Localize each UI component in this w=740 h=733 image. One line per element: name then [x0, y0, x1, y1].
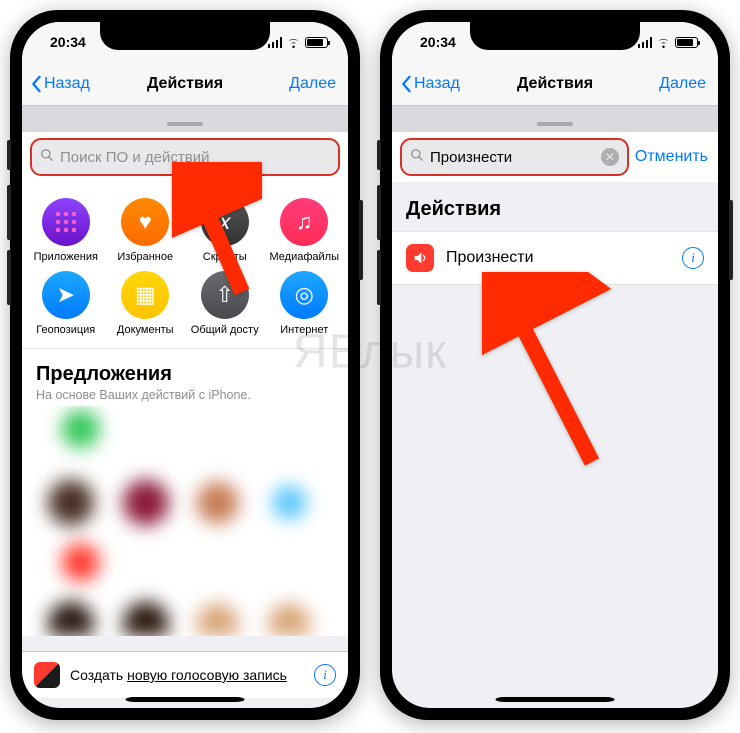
back-button[interactable]: Назад: [400, 75, 460, 93]
sheet-grabber-area: [392, 106, 718, 132]
search-icon: [410, 148, 424, 166]
category-label: Общий досту: [191, 324, 259, 336]
next-button[interactable]: Далее: [289, 75, 336, 93]
geo-icon: ➤: [42, 271, 90, 319]
search-value: Произнести: [430, 149, 595, 166]
search-icon: [40, 148, 54, 166]
battery-icon: [305, 37, 328, 48]
result-label: Произнести: [446, 249, 534, 267]
search-area: Поиск ПО и действий: [22, 132, 348, 182]
sheet-grabber-area: [22, 106, 348, 132]
bottom-suggestion[interactable]: Создать новую голосовую запись i: [22, 651, 348, 698]
category-label: Документы: [117, 324, 174, 336]
grabber-icon[interactable]: [167, 122, 203, 126]
status-time: 20:34: [50, 34, 86, 50]
category-apps[interactable]: Приложения: [30, 198, 102, 263]
apps-icon: [42, 198, 90, 246]
next-button[interactable]: Далее: [659, 75, 706, 93]
clear-button[interactable]: ✕: [601, 148, 619, 166]
script-icon: 𝑥: [201, 198, 249, 246]
cancel-button[interactable]: Отменить: [635, 148, 708, 166]
category-heart[interactable]: ♥ Избранное: [109, 198, 181, 263]
share-icon: ⇧: [201, 271, 249, 319]
home-indicator[interactable]: [126, 697, 245, 702]
nav-title: Действия: [147, 75, 223, 93]
cellular-icon: [268, 37, 283, 48]
notch: [100, 22, 270, 50]
category-label: Избранное: [117, 251, 173, 263]
back-button[interactable]: Назад: [30, 75, 90, 93]
result-speak[interactable]: Произнести i: [392, 231, 718, 285]
suggestions-title: Предложения: [36, 363, 334, 386]
web-icon: ◎: [280, 271, 328, 319]
chevron-left-icon: [400, 75, 412, 93]
search-placeholder: Поиск ПО и действий: [60, 149, 330, 166]
category-docs[interactable]: ▦ Документы: [109, 271, 181, 336]
annotation-arrow: [482, 272, 612, 477]
category-label: Приложения: [34, 251, 98, 263]
docs-icon: ▦: [121, 271, 169, 319]
category-label: Скрипты: [203, 251, 247, 263]
blurred-suggestions: [22, 406, 348, 636]
wifi-icon: [286, 37, 301, 48]
cellular-icon: [638, 37, 653, 48]
speaker-icon: [406, 244, 434, 272]
watermark: ЯБлык: [293, 324, 447, 379]
info-button[interactable]: i: [314, 664, 336, 686]
category-label: Медиафайлы: [270, 251, 339, 263]
nav-title: Действия: [517, 75, 593, 93]
category-script[interactable]: 𝑥 Скрипты: [189, 198, 261, 263]
grabber-icon[interactable]: [537, 122, 573, 126]
section-header: Действия: [392, 182, 718, 231]
category-media[interactable]: ♫ Медиафайлы: [268, 198, 340, 263]
home-indicator[interactable]: [496, 697, 615, 702]
back-label: Назад: [414, 75, 460, 93]
category-label: Геопозиция: [36, 324, 95, 336]
search-input[interactable]: Поиск ПО и действий: [32, 140, 338, 174]
category-geo[interactable]: ➤ Геопозиция: [30, 271, 102, 336]
info-button[interactable]: i: [682, 247, 704, 269]
category-share[interactable]: ⇧ Общий досту: [189, 271, 261, 336]
nav-bar: Назад Действия Далее: [392, 62, 718, 106]
wifi-icon: [656, 37, 671, 48]
status-time: 20:34: [420, 34, 456, 50]
battery-icon: [675, 37, 698, 48]
notch: [470, 22, 640, 50]
search-area: Произнести ✕ Отменить: [392, 132, 718, 182]
search-input[interactable]: Произнести ✕: [402, 140, 627, 174]
nav-bar: Назад Действия Далее: [22, 62, 348, 106]
media-icon: ♫: [280, 198, 328, 246]
voice-memo-icon: [34, 662, 60, 688]
suggestions-subtitle: На основе Ваших действий с iPhone.: [36, 388, 334, 402]
heart-icon: ♥: [121, 198, 169, 246]
chevron-left-icon: [30, 75, 42, 93]
back-label: Назад: [44, 75, 90, 93]
suggestion-text: Создать новую голосовую запись: [70, 667, 287, 683]
